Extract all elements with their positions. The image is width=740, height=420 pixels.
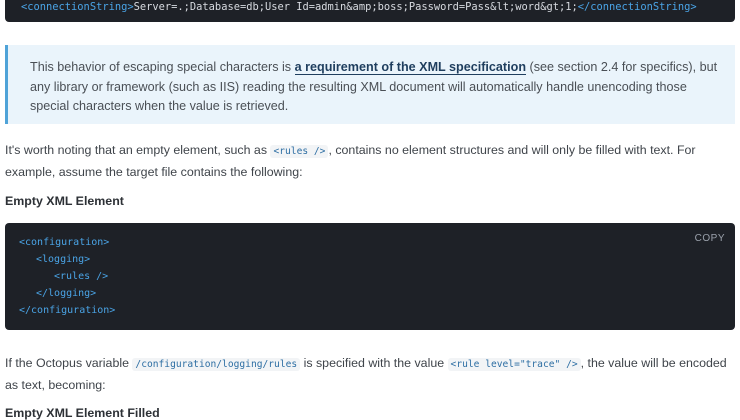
callout-text: This behavior of escaping special charac… [30, 58, 720, 117]
rule-level-inline-code: <rule level="trace" /> [447, 358, 581, 371]
code-line-configuration-close: </configuration> [19, 305, 116, 316]
empty-xml-element-heading: Empty XML Element [5, 194, 124, 208]
rules-inline-code: <rules /> [270, 145, 329, 158]
octopus-variable-paragraph: If the Octopus variable /configuration/l… [5, 353, 740, 395]
connection-string-code-line: <connectionString>Server=.;Database=db;U… [21, 1, 697, 13]
code-line-configuration-open: <configuration> [19, 237, 110, 248]
para1-before: It's worth noting that an empty element,… [5, 143, 271, 157]
copy-button[interactable]: COPY [695, 233, 725, 244]
empty-element-paragraph: It's worth noting that an empty element,… [5, 140, 740, 182]
code-line-logging-open: <logging> [36, 254, 91, 265]
info-callout: This behavior of escaping special charac… [5, 45, 735, 124]
rules-path-inline-code: /configuration/logging/rules [132, 358, 301, 371]
para2-middle: is specified with the value [300, 356, 448, 370]
code-line-rules: <rules /> [54, 271, 109, 282]
xml-code-block: COPY <configuration> <logging> <rules />… [5, 223, 735, 330]
code-open-tag: <connectionString> [21, 1, 134, 13]
xml-spec-link[interactable]: a requirement of the XML specification [294, 60, 527, 75]
empty-xml-element-filled-heading: Empty XML Element Filled [5, 406, 160, 420]
code-value: Server=.;Database=db;User Id=admin&amp;b… [133, 1, 578, 13]
code-line-logging-close: </logging> [36, 288, 97, 299]
callout-text-before: This behavior of escaping special charac… [30, 60, 295, 74]
connection-string-code-block: <connectionString>Server=.;Database=db;U… [5, 0, 735, 22]
code-close-tag: </connectionString> [577, 1, 697, 13]
para2-before: If the Octopus variable [5, 356, 133, 370]
